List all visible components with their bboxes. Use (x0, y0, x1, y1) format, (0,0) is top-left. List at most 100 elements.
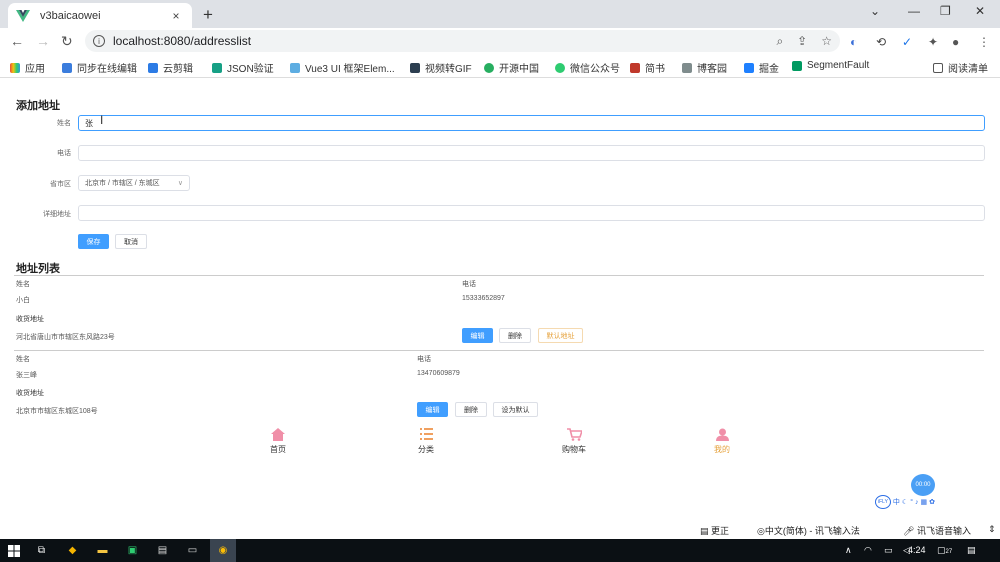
new-tab-button[interactable]: + (203, 5, 213, 25)
bookmark-item[interactable]: 同步在线编辑 (62, 60, 137, 75)
phone-label: 电话 (57, 150, 71, 157)
action-center-icon[interactable]: ▤ (967, 545, 976, 556)
bookmark-star-icon[interactable]: ☆ (821, 34, 832, 49)
taskbar-app-icon[interactable]: ◆ (65, 543, 80, 558)
ime-correct-button[interactable]: ▤ 更正 (700, 524, 729, 537)
voice-input-button[interactable]: 🎤︎ 讯飞语音输入 (903, 524, 971, 537)
bookmark-item[interactable]: 掘金 (744, 60, 779, 75)
tab-search-icon[interactable]: ⌄ (870, 4, 880, 18)
nav-category[interactable]: 分类 (401, 427, 451, 455)
detail-address-label: 详细地址 (43, 211, 71, 218)
profile-avatar-icon[interactable]: ● (952, 35, 959, 49)
bookmark-favicon-icon (484, 62, 494, 73)
forward-icon[interactable]: → (36, 33, 50, 49)
share-icon[interactable]: ⇪ (797, 34, 807, 49)
set-default-button[interactable]: 设为默认 (493, 402, 538, 417)
taskbar-app-icon[interactable]: ▣ (125, 543, 140, 558)
bookmark-item[interactable]: 博客园 (682, 60, 727, 75)
bookmark-item[interactable]: SegmentFault (792, 60, 869, 71)
display-icon[interactable]: ▭ (884, 545, 893, 556)
extensions-puzzle-icon[interactable]: ✦ (928, 35, 938, 49)
extension-icon-2[interactable]: ⟲ (876, 35, 886, 49)
task-view-icon[interactable]: ⧉ (34, 543, 49, 558)
reading-list-button[interactable]: 阅读清单 (933, 60, 988, 75)
address-list-title: 地址列表 (16, 263, 60, 275)
entry-phone: 15333652897 (462, 295, 505, 302)
address-bar[interactable]: i localhost:8080/addresslist ⌕ ⇪ ☆ (85, 30, 840, 52)
ime-mic-icon: ♪ (915, 498, 919, 506)
bookmark-item[interactable]: 简书 (630, 60, 665, 75)
chrome-taskbar-icon[interactable]: ◉ (210, 539, 236, 562)
bookmark-item[interactable]: JSON验证 (212, 60, 274, 75)
restore-button[interactable]: ❐ (940, 4, 951, 18)
tray-chevron-icon[interactable]: ∧ (845, 545, 852, 556)
windows-start-icon[interactable] (6, 543, 21, 558)
url-text: localhost:8080/addresslist (113, 34, 252, 48)
chevron-down-icon: ∨ (177, 180, 183, 187)
edit-button[interactable]: 编辑 (462, 328, 493, 343)
detail-address-input[interactable] (78, 205, 985, 221)
browser-toolbar: ← → ↻ i localhost:8080/addresslist ⌕ ⇪ ☆… (0, 28, 1000, 54)
menu-kebab-icon[interactable]: ⋮ (978, 35, 990, 49)
taskbar-app-icon[interactable]: ▤ (155, 543, 170, 558)
name-input[interactable]: 张 (78, 115, 985, 131)
ime-settings-icon: ✿ (929, 499, 936, 506)
nav-mine[interactable]: 我的 (697, 427, 747, 455)
browser-tab[interactable]: v3baicaowei × (8, 3, 192, 28)
zoom-icon[interactable]: ⌕ (776, 34, 783, 49)
phone-input[interactable] (78, 145, 985, 161)
extension-icon-1[interactable]: ◐ (850, 35, 857, 49)
app-content: 添加地址 姓名 张 I 电话 省市区 北京市 / 市辖区 / 东城区 ∨ 详细地… (0, 79, 1000, 519)
cancel-button[interactable]: 取消 (115, 234, 147, 249)
delete-button[interactable]: 删除 (455, 402, 487, 417)
bookmark-item[interactable]: 微信公众号 (555, 60, 620, 75)
bookmark-item[interactable]: 视频转GIF (410, 60, 472, 75)
notification-count-badge[interactable]: ▢27 (937, 545, 952, 556)
delete-button[interactable]: 删除 (499, 328, 531, 343)
ime-moon-icon: ☾ (901, 499, 909, 506)
bookmark-favicon-icon (792, 60, 802, 71)
region-cascader[interactable]: 北京市 / 市辖区 / 东城区 ∨ (78, 175, 190, 191)
nav-cart-label: 购物车 (562, 445, 586, 454)
bookmark-favicon-icon (148, 62, 158, 73)
minimize-button[interactable]: — (908, 4, 920, 18)
language-bar-options-icon[interactable]: ⇕ (988, 524, 996, 535)
close-window-button[interactable]: ✕ (975, 4, 985, 18)
edit-button[interactable]: 编辑 (417, 402, 448, 417)
ime-timer-bubble[interactable]: 00:00 (911, 474, 935, 496)
ime-language-button[interactable]: ◎中文(简体) - 讯飞输入法 (757, 524, 860, 537)
bookmark-apps[interactable]: 应用 (10, 60, 45, 75)
text-cursor-icon: I (100, 113, 104, 127)
bookmark-item[interactable]: Vue3 UI 框架Elem... (290, 60, 395, 75)
clock[interactable]: 4:24 (908, 545, 926, 555)
save-button[interactable]: 保存 (78, 234, 109, 249)
site-info-icon[interactable]: i (93, 35, 105, 47)
bookmark-item[interactable]: 开源中国 (484, 60, 539, 75)
nav-category-label: 分类 (418, 445, 434, 454)
bookmark-favicon-icon (410, 62, 420, 73)
extension-icon-3[interactable]: ✓ (902, 35, 912, 49)
ime-toolbar[interactable]: iFLY 中 ☾ ° ♪ ▦ ✿ (875, 495, 935, 509)
bookmark-item[interactable]: 云剪辑 (148, 60, 193, 75)
nav-cart[interactable]: 购物车 (549, 427, 599, 455)
entry-address: 北京市市辖区东城区108号 (16, 408, 98, 415)
entry-name: 小白 (16, 297, 30, 304)
microphone-icon: 🎤︎ (903, 526, 915, 536)
back-icon[interactable]: ← (10, 33, 24, 49)
tab-close-icon[interactable]: × (168, 9, 184, 23)
nav-home-label: 首页 (270, 445, 286, 454)
ime-chinese-mode-icon: 中 (892, 499, 900, 506)
default-address-button[interactable]: 默认地址 (538, 328, 583, 343)
ime-keyboard-icon: ▦ (920, 499, 928, 506)
reload-icon[interactable]: ↻ (61, 33, 73, 50)
entry-name: 张三峰 (16, 372, 37, 379)
network-icon[interactable]: ◠ (864, 545, 872, 556)
bookmark-favicon-icon (682, 62, 692, 73)
nav-home[interactable]: 首页 (253, 427, 303, 455)
ime-punct-icon: ° (910, 498, 914, 506)
windows-taskbar: ⧉ ◆ ▬ ▣ ▤ ▭ ◉ ∧ ◠ ▭ ◁ 4:24 ▢27 ▤ (0, 539, 1000, 562)
terminal-icon[interactable]: ▭ (185, 543, 200, 558)
region-label: 省市区 (50, 181, 71, 188)
tab-title: v3baicaowei (40, 9, 101, 22)
file-explorer-icon[interactable]: ▬ (95, 543, 110, 558)
